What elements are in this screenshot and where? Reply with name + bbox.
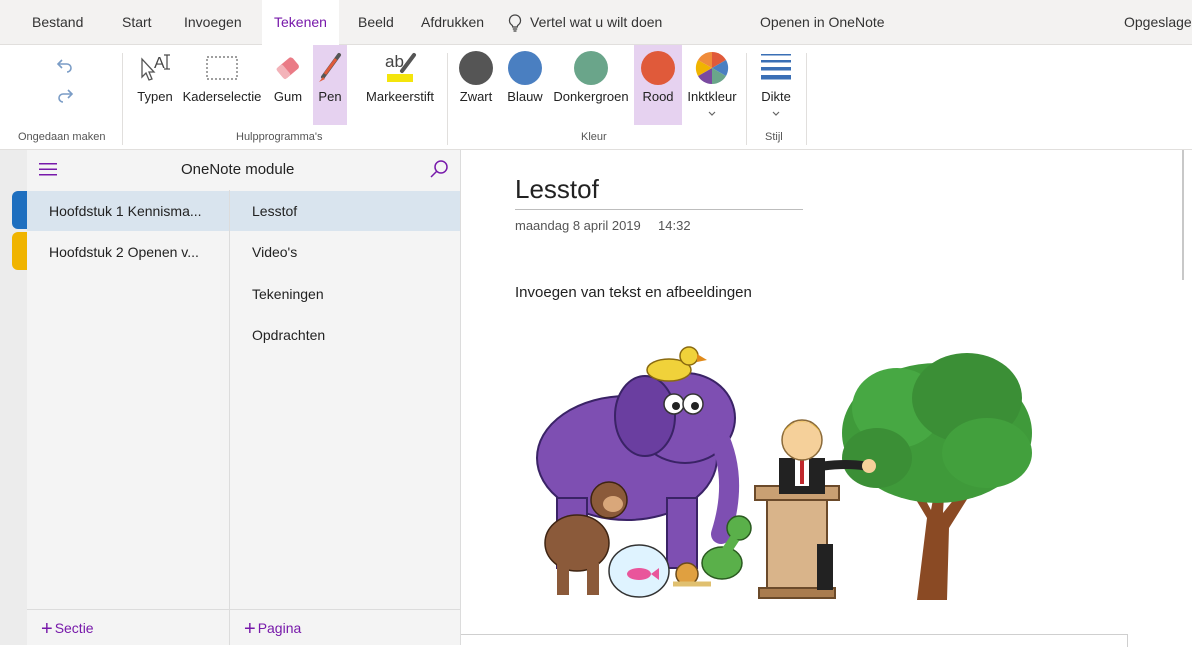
gum-label: Gum xyxy=(273,89,303,104)
black-swatch-icon xyxy=(459,51,493,85)
dark-green-swatch-icon xyxy=(574,51,608,85)
cartoon-illustration xyxy=(536,346,1032,600)
ribbon-separator xyxy=(806,53,807,145)
page-item[interactable]: Video's xyxy=(230,232,460,272)
section-item[interactable]: Hoofdstuk 2 Openen v... xyxy=(27,232,229,272)
pen-icon xyxy=(319,53,341,82)
undo-group-label: Ongedaan maken xyxy=(18,131,106,143)
tell-me-box[interactable]: Vertel wat u wilt doen xyxy=(508,0,662,44)
style-group-label: Stijl xyxy=(765,131,783,143)
eraser-icon xyxy=(276,57,299,79)
tab-invoegen[interactable]: Invoegen xyxy=(184,0,242,44)
svg-text:ab: ab xyxy=(385,52,404,71)
tab-afdrukken[interactable]: Afdrukken xyxy=(421,0,484,44)
chevron-down-icon xyxy=(772,111,780,116)
undo-icon[interactable] xyxy=(56,57,74,73)
content-container-border xyxy=(461,634,1128,647)
color-rood-button[interactable]: Rood xyxy=(634,45,682,125)
tab-beeld[interactable]: Beeld xyxy=(358,0,394,44)
add-section-label: Sectie xyxy=(54,620,94,636)
color-donkergroen-button[interactable]: Donkergroen xyxy=(550,45,632,125)
tab-tekenen[interactable]: Tekenen xyxy=(262,0,339,45)
blauw-label: Blauw xyxy=(507,89,543,104)
tools-group-label: Hulpprogramma's xyxy=(236,131,323,143)
page-list: Lesstof Video's Tekeningen Opdrachten + P… xyxy=(230,150,461,645)
notebook-title[interactable]: OneNote module xyxy=(181,161,294,178)
highlighter-icon: ab xyxy=(385,52,416,82)
color-zwart-button[interactable]: Zwart xyxy=(455,45,497,125)
page-title[interactable]: Lesstof xyxy=(515,174,803,210)
dikte-label: Dikte xyxy=(761,89,791,104)
ribbon-separator xyxy=(447,53,448,145)
ribbon-tab-bar: Bestand Start Invoegen Tekenen Beeld Afd… xyxy=(0,0,1192,45)
color-blauw-button[interactable]: Blauw xyxy=(504,45,546,125)
tab-start[interactable]: Start xyxy=(122,0,152,44)
notebook-header: OneNote module xyxy=(27,150,460,190)
page-canvas[interactable]: Lesstof maandag 8 april 2019 14:32 Invoe… xyxy=(461,150,1192,647)
add-page-label: Pagina xyxy=(257,620,302,636)
section-color-rail xyxy=(0,150,28,645)
section-item[interactable]: Hoofdstuk 1 Kennisma... xyxy=(27,191,229,231)
vertical-scrollbar[interactable] xyxy=(1182,150,1184,280)
lasso-select-icon xyxy=(206,56,238,80)
search-icon[interactable] xyxy=(429,159,449,179)
fishbowl-drawing xyxy=(608,544,670,598)
kaderselectie-label: Kaderselectie xyxy=(182,89,262,104)
hamburger-menu-icon[interactable] xyxy=(39,161,59,177)
gum-button[interactable]: Gum xyxy=(268,45,308,125)
redo-icon[interactable] xyxy=(56,87,74,103)
tree-drawing xyxy=(842,353,1032,600)
inktkleur-dropdown[interactable]: Inktkleur xyxy=(684,45,740,125)
ribbon: Ongedaan maken A Typen Kaderselectie Gum xyxy=(0,45,1192,150)
chevron-down-icon xyxy=(708,111,716,116)
dikte-dropdown[interactable]: Dikte xyxy=(754,45,798,125)
line-thickness-icon xyxy=(761,54,791,80)
add-section-button[interactable]: + Sectie xyxy=(27,609,229,645)
page-date: maandag 8 april 2019 xyxy=(515,218,641,233)
page-time: 14:32 xyxy=(658,218,691,233)
lightbulb-icon xyxy=(508,14,522,32)
tab-bestand[interactable]: Bestand xyxy=(32,0,83,44)
blue-swatch-icon xyxy=(508,51,542,85)
page-body-text[interactable]: Invoegen van tekst en afbeeldingen xyxy=(515,284,752,301)
ribbon-separator xyxy=(122,53,123,145)
inktkleur-label: Inktkleur xyxy=(687,89,737,104)
pen-label: Pen xyxy=(318,89,342,104)
rood-label: Rood xyxy=(642,89,674,104)
markeerstift-button[interactable]: ab Markeerstift xyxy=(362,45,438,125)
ink-color-wheel-icon xyxy=(695,51,729,85)
typen-label: Typen xyxy=(137,89,173,104)
markeerstift-label: Markeerstift xyxy=(366,89,434,104)
svg-text:A: A xyxy=(154,55,165,72)
section-color-tab[interactable] xyxy=(12,191,27,229)
type-cursor-icon: A xyxy=(141,54,170,81)
section-color-tab[interactable] xyxy=(12,232,27,270)
page-item[interactable]: Opdrachten xyxy=(230,315,460,355)
open-in-onenote-link[interactable]: Openen in OneNote xyxy=(760,0,885,44)
tell-me-label: Vertel wat u wilt doen xyxy=(530,14,663,30)
page-item[interactable]: Tekeningen xyxy=(230,274,460,314)
zwart-label: Zwart xyxy=(459,89,493,104)
plus-icon: + xyxy=(41,618,53,640)
add-page-button[interactable]: + Pagina xyxy=(230,609,460,645)
color-group-label: Kleur xyxy=(581,131,607,143)
donkergroen-label: Donkergroen xyxy=(553,89,629,104)
typen-button[interactable]: A Typen xyxy=(134,45,176,125)
kaderselectie-button[interactable]: Kaderselectie xyxy=(180,45,264,125)
plus-icon: + xyxy=(244,618,256,640)
ribbon-separator xyxy=(746,53,747,145)
pen-button[interactable]: Pen xyxy=(313,45,347,125)
section-list: Hoofdstuk 1 Kennisma... Hoofdstuk 2 Open… xyxy=(27,150,230,645)
saved-status: Opgeslagen xyxy=(1124,14,1192,30)
red-swatch-icon xyxy=(641,51,675,85)
page-item[interactable]: Lesstof xyxy=(230,191,460,231)
page-datetime: maandag 8 april 2019 14:32 xyxy=(515,218,691,233)
